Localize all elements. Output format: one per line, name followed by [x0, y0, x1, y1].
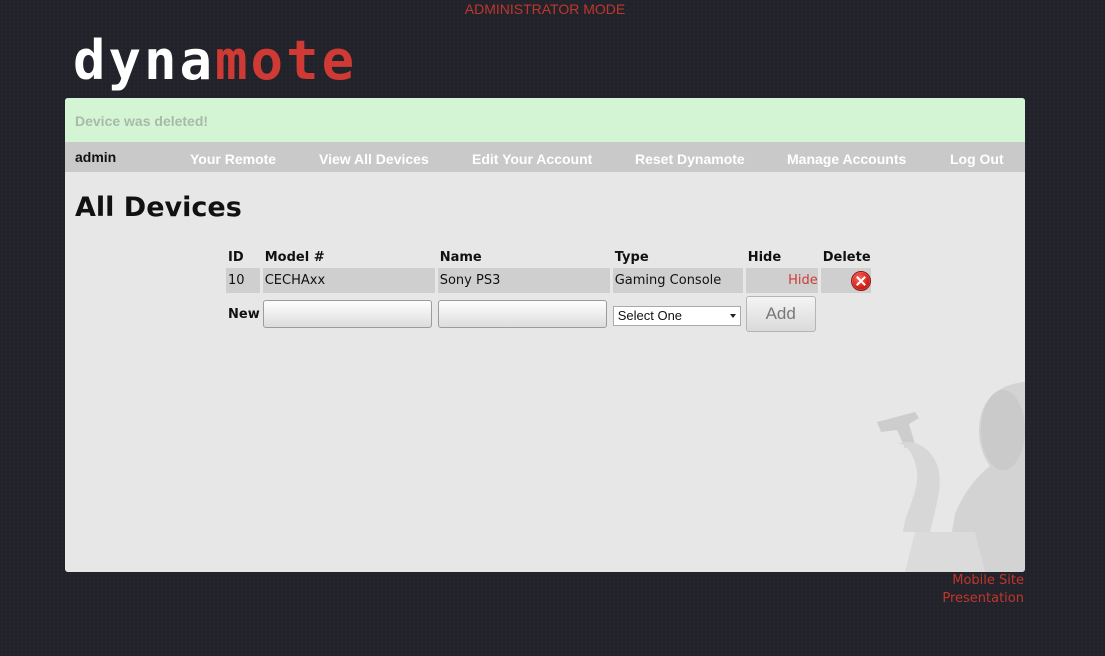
dynamote-logo[interactable]: dynamote [73, 26, 357, 96]
nav-reset-dynamote[interactable]: Reset Dynamote [635, 151, 745, 167]
presentation-link[interactable]: Presentation [942, 591, 1024, 606]
nav-bar: admin Your Remote View All Devices Edit … [65, 142, 1025, 172]
logo-text-dyna: dyna [73, 29, 216, 92]
mobile-site-link[interactable]: Mobile Site [952, 573, 1024, 588]
cell-delete [820, 268, 871, 293]
hide-link[interactable]: Hide [788, 273, 818, 288]
new-add-cell: Add [745, 296, 871, 332]
page-title: All Devices [75, 192, 242, 223]
column-header-type: Type [614, 249, 649, 265]
new-type-cell: Select One [612, 296, 743, 332]
table-row: 10 CECHAxx Sony PS3 Gaming Console Hide [226, 268, 871, 293]
flash-message: Device was deleted! [65, 98, 1025, 142]
column-header-model: Model # [264, 249, 325, 265]
nav-log-out[interactable]: Log Out [950, 151, 1004, 167]
devices-table: ID Model # Name Type Hide Delete 10 CECH… [223, 246, 874, 335]
device-type-select[interactable]: Select One [612, 305, 741, 326]
table-header-row: ID Model # Name Type Hide Delete [226, 249, 871, 265]
nav-your-remote[interactable]: Your Remote [190, 151, 276, 167]
device-type-selected-value: Select One [617, 307, 683, 323]
current-user-label: admin [75, 149, 117, 165]
cell-id: 10 [226, 268, 260, 293]
delete-icon[interactable] [850, 270, 871, 291]
add-device-button[interactable]: Add [745, 296, 816, 332]
cell-type: Gaming Console [612, 268, 743, 293]
new-name-cell [437, 296, 610, 332]
main-panel: Device was deleted! admin Your Remote Vi… [65, 98, 1025, 572]
new-model-input[interactable] [262, 300, 432, 328]
cell-name: Sony PS3 [437, 268, 610, 293]
mascot-watermark-image [877, 382, 1025, 572]
new-row-label: New [228, 306, 260, 322]
nav-view-all-devices[interactable]: View All Devices [319, 151, 429, 167]
chevron-down-icon [729, 313, 736, 318]
cell-hide: Hide [745, 268, 818, 293]
admin-mode-label: ADMINISTRATOR MODE [464, 1, 626, 17]
new-device-row: New Select One Add [226, 296, 871, 332]
column-header-id: ID [228, 249, 244, 265]
column-header-name: Name [439, 249, 482, 265]
new-name-input[interactable] [437, 300, 607, 328]
new-model-cell [262, 296, 435, 332]
column-header-delete: Delete [822, 249, 871, 265]
column-header-hide: Hide [747, 249, 782, 265]
nav-manage-accounts[interactable]: Manage Accounts [787, 151, 906, 167]
cell-model: CECHAxx [262, 268, 435, 293]
logo-text-mote: mote [215, 29, 358, 92]
nav-edit-your-account[interactable]: Edit Your Account [472, 151, 592, 167]
